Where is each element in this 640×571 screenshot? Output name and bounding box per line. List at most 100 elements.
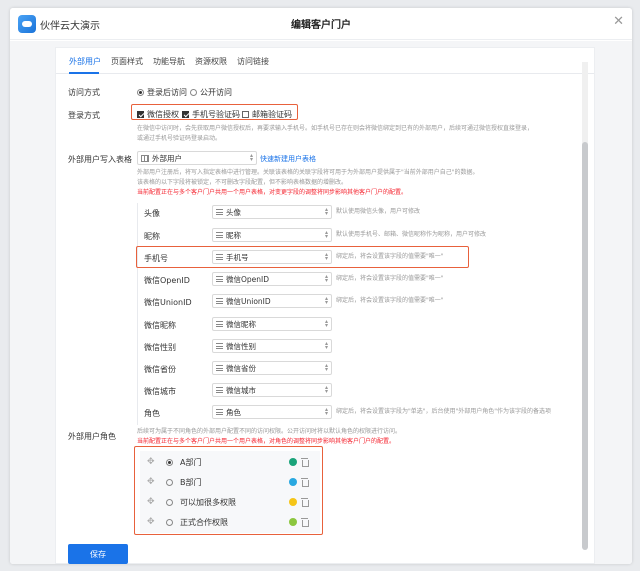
drag-handle-icon[interactable]: ✥ <box>147 497 155 507</box>
drag-handle-icon[interactable]: ✥ <box>147 457 155 467</box>
access-option-public[interactable]: 公开访问 <box>190 87 232 98</box>
tab-permissions[interactable]: 资源权限 <box>195 56 227 67</box>
field-select-wx-gender[interactable]: 微信性别 ▴ ▾ <box>212 339 332 353</box>
field-select-wx-province[interactable]: 微信省份 ▴ ▾ <box>212 361 332 375</box>
list-item[interactable]: ✥ 可以加很多权限 <box>140 492 317 512</box>
radio-icon[interactable] <box>166 498 173 506</box>
list-icon <box>216 232 223 238</box>
color-dot-icon[interactable] <box>289 518 297 526</box>
color-dot-icon[interactable] <box>289 458 297 466</box>
list-icon <box>216 365 223 371</box>
list-icon <box>216 209 223 215</box>
login-hint-2: 或通过手机号验证码登录启动。 <box>137 135 222 142</box>
field-select-unionid[interactable]: 微信UnionID ▴ ▾ <box>212 294 332 308</box>
field-hint-nickname: 默认使用手机号、邮箱、微信昵称作为昵称，用户可修改 <box>336 231 487 238</box>
drag-handle-icon[interactable]: ✥ <box>147 517 155 527</box>
trash-icon[interactable] <box>301 478 309 487</box>
field-select-nickname[interactable]: 昵称 ▴ ▾ <box>212 228 332 242</box>
field-hint-openid: 绑定后，将会设置该字段的值需要"唯一" <box>336 275 444 282</box>
title-bar: 伙伴云大演示 编辑客户门户 ✕ <box>10 8 632 40</box>
field-hint-role: 绑定后，将会设置该字段为"单选"，后台使用"外部用户角色"作为该字段的备选项 <box>336 408 552 415</box>
access-mode-label: 访问方式 <box>68 88 100 97</box>
tab-external-users[interactable]: 外部用户 <box>69 56 101 67</box>
login-mode-label: 登录方式 <box>68 111 100 120</box>
radio-icon[interactable] <box>166 478 173 486</box>
select-arrow-icon: ▴ ▾ <box>324 318 328 329</box>
tab-bar: 外部用户 页面样式 功能导航 资源权限 访问链接 <box>56 48 594 74</box>
list-item[interactable]: ✥ B部门 <box>140 472 317 492</box>
quick-create-table-link[interactable]: 快速新建用户表格 <box>260 154 316 164</box>
user-table-hint-2: 该表格的以下字段将被锁定，不可删改字段配置，但不影响表格数据的增删改。 <box>137 179 348 186</box>
list-icon <box>216 276 223 282</box>
color-dot-icon[interactable] <box>289 478 297 486</box>
field-label-wx-city: 微信城市 <box>144 387 176 396</box>
select-arrow-icon: ▴ ▾ <box>324 340 328 351</box>
radio-icon[interactable] <box>166 518 173 526</box>
list-icon <box>216 298 223 304</box>
roles-warning: 当前配置正在与多个客户门户共用一个用户表格，对角色的调整将同步影响其他客户门户的… <box>137 438 396 445</box>
select-arrow-icon: ▴ ▾ <box>324 384 328 395</box>
color-dot-icon[interactable] <box>289 498 297 506</box>
roles-label: 外部用户角色 <box>68 432 116 441</box>
trash-icon[interactable] <box>301 498 309 507</box>
scrollbar-thumb[interactable] <box>582 142 588 550</box>
field-label-role: 角色 <box>144 409 160 418</box>
field-hint-unionid: 绑定后，将会设置该字段的值需要"唯一" <box>336 297 444 304</box>
field-hint-phone: 绑定后，将会设置该字段的值需要"唯一" <box>336 253 444 260</box>
user-table-hint: 外部用户注册后，将写入指定表格中进行管理。关联该表格的关联字段将可用于为外部用户… <box>137 169 479 176</box>
field-select-openid[interactable]: 微信OpenID ▴ ▾ <box>212 272 332 286</box>
select-arrow-icon: ▴ ▾ <box>324 251 328 262</box>
select-arrow-icon: ▴ ▾ <box>324 295 328 306</box>
field-label-unionid: 微信UnionID <box>144 298 192 307</box>
tab-access-link[interactable]: 访问链接 <box>237 56 269 67</box>
tab-active-indicator <box>69 72 99 74</box>
trash-icon[interactable] <box>301 518 309 527</box>
field-select-wx-nickname[interactable]: 微信昵称 ▴ ▾ <box>212 317 332 331</box>
page-title: 编辑客户门户 <box>291 20 351 31</box>
field-label-wx-nickname: 微信昵称 <box>144 321 176 330</box>
access-option-login[interactable]: 登录后访问 <box>137 87 187 98</box>
trash-icon[interactable] <box>301 458 309 467</box>
select-arrow-icon: ▴ ▾ <box>324 406 328 417</box>
radio-icon <box>137 89 144 96</box>
list-icon <box>216 387 223 393</box>
login-option-wechat[interactable]: 微信授权 <box>137 109 179 120</box>
checkbox-icon <box>137 111 144 118</box>
field-label-avatar: 头像 <box>144 209 160 218</box>
field-select-avatar[interactable]: 头像 ▴ ▾ <box>212 205 332 219</box>
login-option-email[interactable]: 邮箱验证码 <box>242 109 292 120</box>
field-label-wx-gender: 微信性别 <box>144 343 176 352</box>
list-item[interactable]: ✥ A部门 <box>140 452 317 472</box>
list-icon <box>216 343 223 349</box>
tab-nav[interactable]: 功能导航 <box>153 56 185 67</box>
field-select-phone[interactable]: 手机号 ▴ ▾ <box>212 250 332 264</box>
field-label-wx-province: 微信省份 <box>144 365 176 374</box>
list-icon <box>216 409 223 415</box>
select-arrow-icon: ▴ ▾ <box>324 206 328 217</box>
field-hint-avatar: 默认使用微信头像，用户可修改 <box>336 208 421 215</box>
login-hint: 在微信中访问时，会先获取用户微信授权后，再要求输入手机号。如手机号已存在则会将微… <box>137 125 534 132</box>
tab-page-style[interactable]: 页面样式 <box>111 56 143 67</box>
scrollbar[interactable] <box>582 62 588 550</box>
table-icon <box>141 154 149 162</box>
field-select-role[interactable]: 角色 ▴ ▾ <box>212 405 332 419</box>
drag-handle-icon[interactable]: ✥ <box>147 477 155 487</box>
roles-hint: 后续可为属于不同角色的外部用户配置不同的访问权限。公开访问时将以默认角色的权限进… <box>137 428 402 435</box>
user-table-warning: 当前配置正在与多个客户门户共用一个用户表格，对变更字段的调整将同步影响其他客户门… <box>137 189 408 196</box>
checkbox-icon <box>182 111 189 118</box>
user-table-label: 外部用户写入表格 <box>68 155 132 164</box>
select-arrow-icon: ▴ ▾ <box>324 362 328 373</box>
field-select-wx-city[interactable]: 微信城市 ▴ ▾ <box>212 383 332 397</box>
list-icon <box>216 254 223 260</box>
save-button[interactable]: 保存 <box>68 544 128 564</box>
close-icon[interactable]: ✕ <box>613 14 624 29</box>
field-label-phone: 手机号 <box>144 254 168 263</box>
radio-icon[interactable] <box>166 458 173 466</box>
list-item[interactable]: ✥ 正式合作权限 <box>140 512 317 532</box>
checkbox-icon <box>242 111 249 118</box>
user-table-select[interactable]: 外部用户 ▴ ▾ <box>137 151 257 165</box>
field-label-openid: 微信OpenID <box>144 276 190 285</box>
select-arrow-icon: ▴ ▾ <box>324 273 328 284</box>
list-icon <box>216 321 223 327</box>
login-option-phone[interactable]: 手机号验证码 <box>182 109 240 120</box>
